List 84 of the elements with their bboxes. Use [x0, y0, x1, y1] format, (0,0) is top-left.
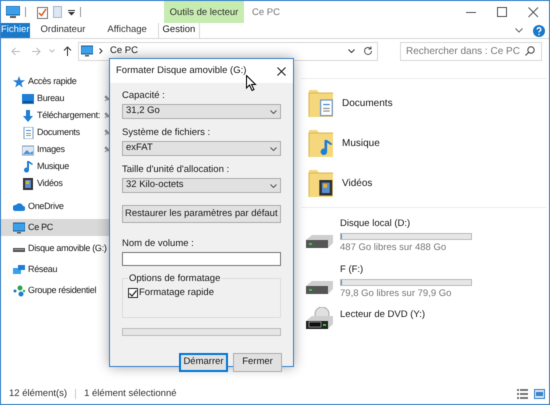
drive-label[interactable]: Lecteur de DVD (Y:)	[340, 308, 426, 322]
sidebar-item[interactable]: Téléchargement:	[1, 107, 111, 124]
computer-icon	[6, 6, 20, 18]
dialog-title: Formater Disque amovible (G:)	[116, 64, 246, 78]
dialog-button[interactable]: Fermer	[233, 353, 282, 372]
drive-label[interactable]: Disque local (D:)	[340, 217, 472, 232]
group-title: Options de formatage	[128, 273, 222, 284]
down-arrow-icon	[22, 110, 34, 122]
free-space-text: 487 Go libres sur 488 Go	[340, 241, 448, 256]
ribbon-tab[interactable]: Ordinateur	[30, 23, 96, 38]
ribbon-tab[interactable]: Fichier	[1, 23, 30, 38]
chevron-down-icon	[270, 110, 277, 114]
pin-icon[interactable]	[104, 146, 110, 153]
dvd-drive-icon	[304, 307, 334, 331]
chevron-down-icon	[270, 184, 277, 188]
sidebar-item[interactable]: Documents	[1, 124, 111, 141]
free-space-text: 79,8 Go libres sur 79,9 Go	[340, 286, 452, 301]
checkbox[interactable]	[128, 288, 138, 298]
sidebar-item[interactable]: Disque amovible (G:)	[1, 240, 111, 257]
sidebar-item[interactable]: Accès rapide	[1, 73, 111, 90]
close-icon[interactable]	[277, 66, 286, 76]
breadcrumb[interactable]: Ce PC	[110, 44, 138, 58]
star-icon	[13, 76, 25, 88]
homegroup-icon	[13, 284, 25, 296]
search-icon[interactable]	[525, 46, 535, 56]
item-count: 12 élément(s)	[9, 386, 68, 401]
dropdown-field[interactable]: exFAT	[122, 141, 281, 156]
checklist-icon[interactable]	[37, 6, 48, 19]
field-label: Taille d'unité d'allocation :	[122, 164, 230, 175]
ribbon-tab[interactable]: Gestion	[158, 23, 200, 38]
selection-status: 1 élément sélectionné	[84, 386, 177, 401]
folder-icon	[308, 168, 334, 198]
desktop-icon	[22, 92, 34, 104]
tiles-view-icon[interactable]	[534, 389, 545, 399]
volume-name-input[interactable]	[122, 252, 281, 266]
field-label: Nom de volume :	[122, 238, 195, 249]
folder-icon	[308, 128, 334, 158]
refresh-icon[interactable]	[363, 46, 373, 56]
folder-label[interactable]: Musique	[342, 136, 380, 150]
pin-icon[interactable]	[104, 112, 110, 119]
help-icon[interactable]	[533, 24, 545, 36]
film-icon	[22, 178, 34, 190]
drive-label[interactable]: F (F:)	[340, 262, 472, 277]
chevron-down-icon[interactable]	[515, 28, 523, 33]
dialog-button[interactable]: Démarrer	[179, 353, 228, 372]
dropdown-field[interactable]: 32 Kilo-octets	[122, 178, 281, 193]
monitor-icon	[13, 222, 25, 234]
chevron-down-icon[interactable]	[348, 49, 355, 53]
field-label: Système de fichiers :	[122, 127, 212, 138]
pin-icon[interactable]	[104, 95, 110, 102]
sidebar-item[interactable]: Groupe résidentiel	[1, 282, 111, 299]
folder-label[interactable]: Documents	[342, 96, 393, 110]
field-label: Capacité :	[122, 90, 166, 101]
chevron-down-icon	[270, 146, 277, 150]
chevron-right-icon	[99, 48, 103, 54]
sidebar-item[interactable]: Musique	[1, 158, 111, 175]
maximize-icon[interactable]	[497, 6, 508, 18]
sidebar-item[interactable]: Vidéos	[1, 175, 111, 192]
network-icon	[13, 264, 25, 276]
details-view-icon[interactable]	[517, 389, 528, 399]
ribbon-tab[interactable]: Affichage	[96, 23, 158, 38]
up-arrow-icon[interactable]	[63, 46, 72, 56]
window-title: Ce PC	[252, 6, 280, 20]
sidebar-item[interactable]: Ce PC	[1, 219, 111, 236]
monitor-icon	[81, 45, 93, 57]
sidebar-item[interactable]: Images	[1, 141, 111, 158]
music-note-icon	[22, 160, 34, 172]
document-icon	[22, 126, 34, 138]
restore-defaults-button[interactable]: Restaurer les paramètres par défaut	[122, 205, 281, 223]
dropdown-field[interactable]: 31,2 Go	[122, 104, 281, 119]
context-tab-header: Outils de lecteur	[164, 1, 244, 23]
cloud-icon	[13, 200, 25, 212]
sidebar-item[interactable]: OneDrive	[1, 198, 111, 215]
folder-label[interactable]: Vidéos	[342, 176, 372, 190]
dropdown-icon[interactable]	[68, 10, 75, 16]
sidebar-item[interactable]: Bureau	[1, 90, 111, 107]
folder-icon	[308, 88, 334, 118]
image-icon	[22, 144, 34, 156]
checkbox-label[interactable]: Formatage rapide	[139, 286, 214, 300]
close-icon[interactable]	[528, 6, 539, 18]
search-field[interactable]: Rechercher dans : Ce PC	[400, 42, 542, 60]
check-icon	[129, 290, 137, 297]
pin-icon[interactable]	[104, 129, 110, 136]
sidebar-item[interactable]: Réseau	[1, 261, 111, 278]
